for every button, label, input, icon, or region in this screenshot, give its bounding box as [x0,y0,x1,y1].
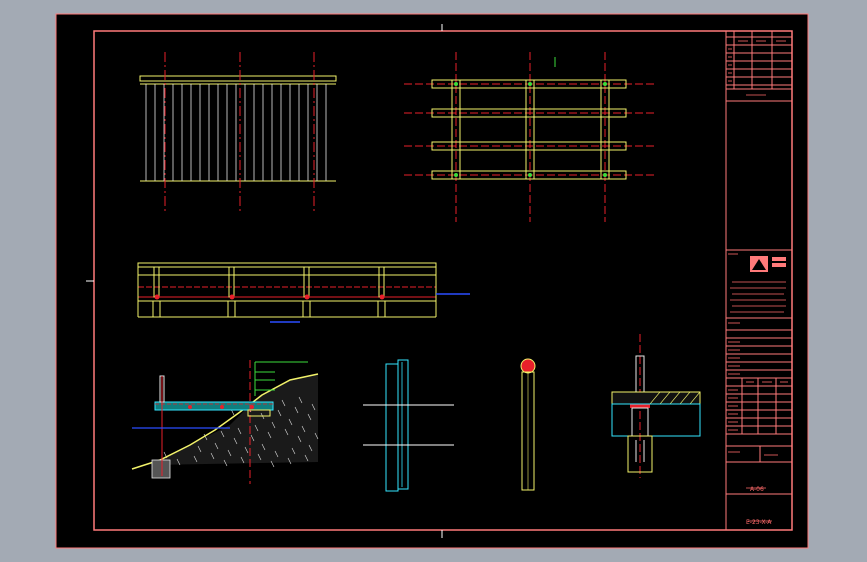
cad-drawing-canvas: A-06 E-23-X-A [55,13,809,549]
title-block-footer: E-23-X-A [746,519,772,526]
sheet-number: A-06 [750,486,764,493]
